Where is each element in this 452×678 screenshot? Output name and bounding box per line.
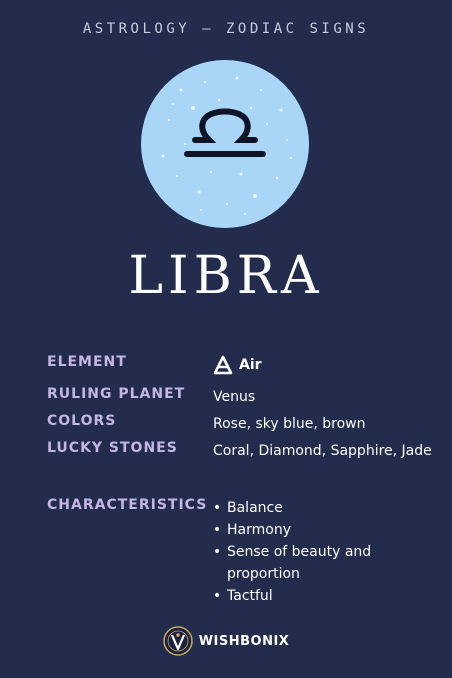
ruling-planet-value: Venus [213, 389, 256, 405]
lucky-stones-value: Coral, Diamond, Sapphire, Jade [213, 443, 432, 459]
wishbonix-logo-icon [162, 626, 193, 656]
characteristics-value: Balance Harmony Sense of beauty and prop… [213, 497, 437, 607]
libra-symbol-icon [141, 60, 309, 228]
element-value: Air [213, 354, 437, 376]
characteristics-label: CHARACTERISTICS [47, 497, 208, 513]
footer: WISHBONIX [0, 626, 452, 656]
colors-value: Rose, sky blue, brown [213, 416, 366, 432]
libra-emblem [141, 60, 309, 228]
element-label: ELEMENT [47, 354, 127, 370]
lucky-stones-label: LUCKY STONES [47, 440, 178, 456]
list-item: Tactful [213, 585, 437, 607]
list-item: Sense of beauty and proportion [213, 541, 437, 585]
element-value-text: Air [239, 357, 262, 373]
brand-name: WISHBONIX [198, 633, 290, 649]
page-header: ASTROLOGY – ZODIAC SIGNS [82, 21, 370, 37]
sign-title: LIBRA [128, 246, 324, 306]
colors-label: COLORS [47, 413, 117, 429]
air-element-icon [213, 355, 233, 375]
list-item: Harmony [213, 519, 437, 541]
ruling-planet-label: RULING PLANET [47, 386, 186, 402]
characteristics-list: Balance Harmony Sense of beauty and prop… [213, 497, 437, 607]
list-item: Balance [213, 497, 437, 519]
